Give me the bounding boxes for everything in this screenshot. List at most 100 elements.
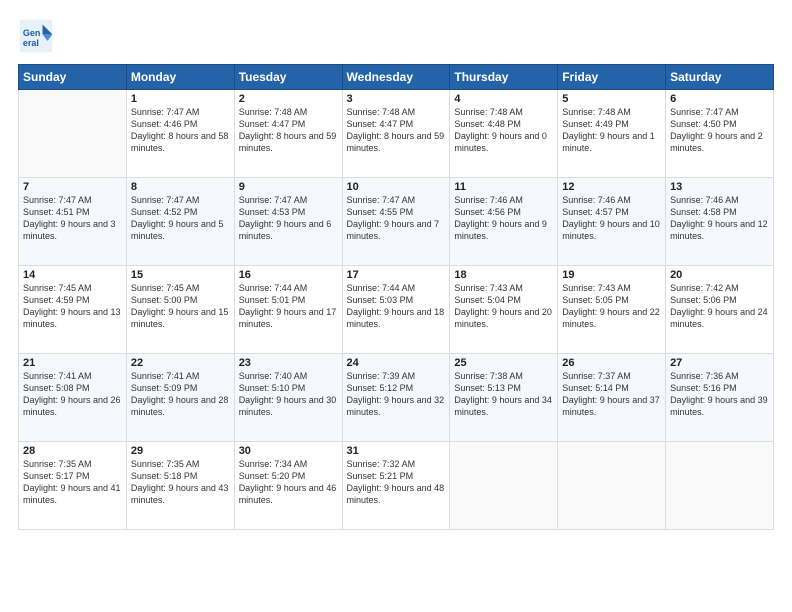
day-number: 6: [670, 93, 769, 105]
calendar-cell: [19, 90, 127, 178]
calendar-cell: 10 Sunrise: 7:47 AMSunset: 4:55 PMDaylig…: [342, 178, 450, 266]
week-row-5: 28 Sunrise: 7:35 AMSunset: 5:17 PMDaylig…: [19, 442, 774, 530]
week-row-2: 7 Sunrise: 7:47 AMSunset: 4:51 PMDayligh…: [19, 178, 774, 266]
day-number: 26: [562, 357, 661, 369]
day-number: 15: [131, 269, 230, 281]
day-info: Sunrise: 7:35 AMSunset: 5:17 PMDaylight:…: [23, 459, 121, 505]
col-wednesday: Wednesday: [342, 65, 450, 90]
calendar-cell: 2 Sunrise: 7:48 AMSunset: 4:47 PMDayligh…: [234, 90, 342, 178]
day-number: 28: [23, 445, 122, 457]
calendar-cell: 29 Sunrise: 7:35 AMSunset: 5:18 PMDaylig…: [126, 442, 234, 530]
calendar-cell: 6 Sunrise: 7:47 AMSunset: 4:50 PMDayligh…: [666, 90, 774, 178]
calendar-cell: 27 Sunrise: 7:36 AMSunset: 5:16 PMDaylig…: [666, 354, 774, 442]
header: Gen eral: [18, 18, 774, 54]
day-number: 11: [454, 181, 553, 193]
day-number: 21: [23, 357, 122, 369]
day-info: Sunrise: 7:44 AMSunset: 5:01 PMDaylight:…: [239, 283, 337, 329]
day-number: 4: [454, 93, 553, 105]
day-info: Sunrise: 7:46 AMSunset: 4:56 PMDaylight:…: [454, 195, 547, 241]
day-number: 23: [239, 357, 338, 369]
calendar-cell: 24 Sunrise: 7:39 AMSunset: 5:12 PMDaylig…: [342, 354, 450, 442]
col-friday: Friday: [558, 65, 666, 90]
calendar-cell: 12 Sunrise: 7:46 AMSunset: 4:57 PMDaylig…: [558, 178, 666, 266]
day-number: 5: [562, 93, 661, 105]
calendar-cell: 15 Sunrise: 7:45 AMSunset: 5:00 PMDaylig…: [126, 266, 234, 354]
calendar-cell: 4 Sunrise: 7:48 AMSunset: 4:48 PMDayligh…: [450, 90, 558, 178]
day-info: Sunrise: 7:36 AMSunset: 5:16 PMDaylight:…: [670, 371, 768, 417]
logo: Gen eral: [18, 18, 60, 54]
day-number: 14: [23, 269, 122, 281]
calendar-cell: 30 Sunrise: 7:34 AMSunset: 5:20 PMDaylig…: [234, 442, 342, 530]
calendar-cell: [558, 442, 666, 530]
calendar-cell: 7 Sunrise: 7:47 AMSunset: 4:51 PMDayligh…: [19, 178, 127, 266]
calendar-cell: 21 Sunrise: 7:41 AMSunset: 5:08 PMDaylig…: [19, 354, 127, 442]
week-row-3: 14 Sunrise: 7:45 AMSunset: 4:59 PMDaylig…: [19, 266, 774, 354]
day-info: Sunrise: 7:45 AMSunset: 4:59 PMDaylight:…: [23, 283, 121, 329]
week-row-1: 1 Sunrise: 7:47 AMSunset: 4:46 PMDayligh…: [19, 90, 774, 178]
day-info: Sunrise: 7:48 AMSunset: 4:47 PMDaylight:…: [347, 107, 445, 153]
day-info: Sunrise: 7:41 AMSunset: 5:08 PMDaylight:…: [23, 371, 121, 417]
day-number: 2: [239, 93, 338, 105]
calendar-cell: 13 Sunrise: 7:46 AMSunset: 4:58 PMDaylig…: [666, 178, 774, 266]
calendar-cell: 9 Sunrise: 7:47 AMSunset: 4:53 PMDayligh…: [234, 178, 342, 266]
day-number: 17: [347, 269, 446, 281]
logo-icon: Gen eral: [18, 18, 54, 54]
day-number: 16: [239, 269, 338, 281]
day-info: Sunrise: 7:41 AMSunset: 5:09 PMDaylight:…: [131, 371, 229, 417]
day-info: Sunrise: 7:42 AMSunset: 5:06 PMDaylight:…: [670, 283, 768, 329]
day-info: Sunrise: 7:47 AMSunset: 4:52 PMDaylight:…: [131, 195, 224, 241]
day-number: 25: [454, 357, 553, 369]
page: Gen eral Sunday Monday Tuesday Wednesday…: [0, 0, 792, 612]
day-info: Sunrise: 7:43 AMSunset: 5:04 PMDaylight:…: [454, 283, 552, 329]
calendar-cell: 22 Sunrise: 7:41 AMSunset: 5:09 PMDaylig…: [126, 354, 234, 442]
day-number: 30: [239, 445, 338, 457]
day-number: 3: [347, 93, 446, 105]
day-number: 9: [239, 181, 338, 193]
day-number: 19: [562, 269, 661, 281]
day-info: Sunrise: 7:48 AMSunset: 4:49 PMDaylight:…: [562, 107, 655, 153]
col-sunday: Sunday: [19, 65, 127, 90]
day-number: 1: [131, 93, 230, 105]
calendar-cell: 19 Sunrise: 7:43 AMSunset: 5:05 PMDaylig…: [558, 266, 666, 354]
calendar-cell: 25 Sunrise: 7:38 AMSunset: 5:13 PMDaylig…: [450, 354, 558, 442]
day-number: 31: [347, 445, 446, 457]
svg-text:Gen: Gen: [23, 28, 41, 38]
day-number: 18: [454, 269, 553, 281]
day-info: Sunrise: 7:45 AMSunset: 5:00 PMDaylight:…: [131, 283, 229, 329]
day-number: 8: [131, 181, 230, 193]
calendar-cell: 28 Sunrise: 7:35 AMSunset: 5:17 PMDaylig…: [19, 442, 127, 530]
col-tuesday: Tuesday: [234, 65, 342, 90]
day-info: Sunrise: 7:43 AMSunset: 5:05 PMDaylight:…: [562, 283, 660, 329]
day-number: 27: [670, 357, 769, 369]
day-info: Sunrise: 7:38 AMSunset: 5:13 PMDaylight:…: [454, 371, 552, 417]
day-number: 20: [670, 269, 769, 281]
calendar-cell: 18 Sunrise: 7:43 AMSunset: 5:04 PMDaylig…: [450, 266, 558, 354]
calendar-cell: [450, 442, 558, 530]
day-info: Sunrise: 7:37 AMSunset: 5:14 PMDaylight:…: [562, 371, 660, 417]
calendar-cell: 23 Sunrise: 7:40 AMSunset: 5:10 PMDaylig…: [234, 354, 342, 442]
day-number: 12: [562, 181, 661, 193]
day-number: 13: [670, 181, 769, 193]
calendar-cell: 14 Sunrise: 7:45 AMSunset: 4:59 PMDaylig…: [19, 266, 127, 354]
calendar-cell: 20 Sunrise: 7:42 AMSunset: 5:06 PMDaylig…: [666, 266, 774, 354]
day-info: Sunrise: 7:34 AMSunset: 5:20 PMDaylight:…: [239, 459, 337, 505]
day-number: 24: [347, 357, 446, 369]
svg-text:eral: eral: [23, 38, 39, 48]
header-row: Sunday Monday Tuesday Wednesday Thursday…: [19, 65, 774, 90]
calendar-table: Sunday Monday Tuesday Wednesday Thursday…: [18, 64, 774, 530]
day-info: Sunrise: 7:32 AMSunset: 5:21 PMDaylight:…: [347, 459, 445, 505]
calendar-cell: 16 Sunrise: 7:44 AMSunset: 5:01 PMDaylig…: [234, 266, 342, 354]
day-info: Sunrise: 7:47 AMSunset: 4:46 PMDaylight:…: [131, 107, 229, 153]
day-number: 7: [23, 181, 122, 193]
day-info: Sunrise: 7:40 AMSunset: 5:10 PMDaylight:…: [239, 371, 337, 417]
calendar-cell: 31 Sunrise: 7:32 AMSunset: 5:21 PMDaylig…: [342, 442, 450, 530]
day-number: 10: [347, 181, 446, 193]
day-info: Sunrise: 7:46 AMSunset: 4:58 PMDaylight:…: [670, 195, 768, 241]
day-info: Sunrise: 7:47 AMSunset: 4:55 PMDaylight:…: [347, 195, 440, 241]
calendar-cell: 8 Sunrise: 7:47 AMSunset: 4:52 PMDayligh…: [126, 178, 234, 266]
calendar-cell: 3 Sunrise: 7:48 AMSunset: 4:47 PMDayligh…: [342, 90, 450, 178]
week-row-4: 21 Sunrise: 7:41 AMSunset: 5:08 PMDaylig…: [19, 354, 774, 442]
calendar-cell: 11 Sunrise: 7:46 AMSunset: 4:56 PMDaylig…: [450, 178, 558, 266]
calendar-cell: 17 Sunrise: 7:44 AMSunset: 5:03 PMDaylig…: [342, 266, 450, 354]
day-number: 29: [131, 445, 230, 457]
